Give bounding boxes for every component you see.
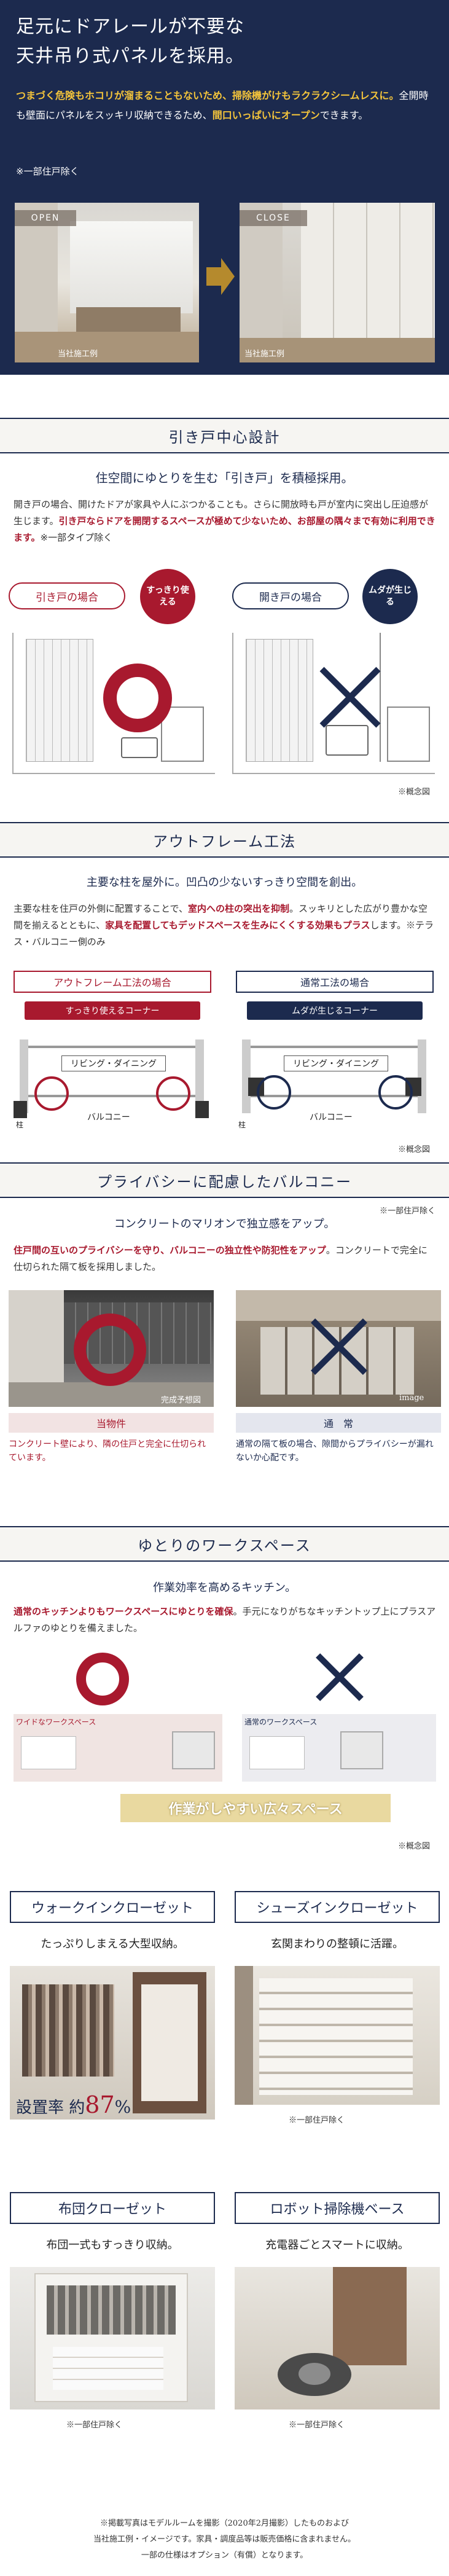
outframe-section-title: アウトフレーム工法 <box>0 822 449 858</box>
closet-photo-shoes <box>235 1966 440 2105</box>
closet-note-futon: ※一部住戸除く <box>66 2421 123 2430</box>
balcony-body-bold: 住戸間の互いのプライバシーを守り、バルコニーの独立性や防犯性をアップ <box>14 1245 326 1256</box>
sliding-left-pill: 引き戸の場合 <box>9 582 125 609</box>
open-caption: 当社施工例 <box>58 350 98 359</box>
sliding-section-title: 引き戸中心設計 <box>0 418 449 453</box>
footer-line1: ※掲載写真はモデルルームを撮影（2020年2月撮影）したものおよび <box>100 2519 349 2528</box>
closet-rate-value: 87 <box>85 2091 115 2118</box>
closet-desc-walkin: たっぷりしまえる大型収納。 <box>41 1938 184 1951</box>
hero-title-line2: 天井吊り式パネルを採用。 <box>16 45 244 67</box>
closet-title-futon: 布団クローゼット <box>10 2192 215 2224</box>
balcony-body: 住戸間の互いのプライバシーを守り、バルコニーの独立性や防犯性をアップ。コンクリー… <box>14 1242 436 1275</box>
footer-line2: 当社施工例・イメージです。家具・調度品等は販売価格に含まれません。 <box>93 2535 356 2544</box>
closet-note-shoes: ※一部住戸除く <box>289 2116 345 2125</box>
closet-desc-shoes: 玄関まわりの整頓に活躍。 <box>271 1938 404 1951</box>
outframe-right-pillar: 柱 <box>238 1121 246 1129</box>
workspace-lead: 作業効率を高めるキッチン。 <box>153 1581 296 1594</box>
workspace-section-title: ゆとりのワークスペース <box>0 1526 449 1562</box>
outframe-left-label: アウトフレーム工法の場合 <box>14 971 211 993</box>
balcony-section-title: プライバシーに配慮したバルコニー <box>0 1162 449 1198</box>
workspace-left-label: ワイドなワークスペース <box>16 1718 96 1726</box>
outframe-left-pillar: 柱 <box>16 1121 24 1129</box>
workspace-circle-icon <box>76 1653 129 1705</box>
close-label: CLOSE <box>240 210 307 226</box>
balcony-right-text: 通常の隔て板の場合、隙間からプライバシーが漏れないか心配です。 <box>236 1439 434 1463</box>
workspace-caption: ※概念図 <box>398 1842 431 1851</box>
outframe-left-living: リビング・ダイニング <box>61 1055 166 1071</box>
closet-rate-walkin: 設置率 約87% <box>16 2091 131 2118</box>
balcony-lead: コンクリートのマリオンで独立感をアップ。 <box>114 1218 335 1231</box>
close-caption: 当社施工例 <box>244 350 285 359</box>
outframe-body-bold1: 室内への柱の突出を抑制 <box>187 903 289 914</box>
outframe-body: 主要な柱を住戸の外側に配置することで、室内への柱の突出を抑制。スッキリとした広が… <box>14 901 436 950</box>
balcony-circle-icon <box>74 1313 146 1386</box>
closet-photo-robot <box>235 2267 440 2410</box>
closet-photo-futon <box>10 2267 215 2410</box>
outframe-lead: 主要な柱を屋外に。凹凸の少ないすっきり空間を創出。 <box>86 876 363 889</box>
closet-desc-robot: 充電器ごとスマートに収納。 <box>265 2239 409 2252</box>
workspace-body: 通常のキッチンよりもワークスペースにゆとりを確保。手元になりがちなキッチントップ… <box>14 1603 436 1637</box>
sliding-body-note: ※一部タイプ除く <box>40 532 113 543</box>
outframe-left-corner: すっきり使えるコーナー <box>25 1001 200 1020</box>
outframe-caption: ※概念図 <box>398 1145 431 1154</box>
cross-mark-icon <box>319 657 381 737</box>
sliding-caption: ※概念図 <box>398 788 431 797</box>
open-label: OPEN <box>15 210 76 226</box>
workspace-ribbon: 作業がしやすい広々スペース <box>120 1794 391 1822</box>
close-photo <box>240 203 435 362</box>
outframe-left-balcony: バルコニー <box>87 1113 130 1122</box>
sliding-right-bubble: ムダが生じる <box>362 569 418 624</box>
sliding-body: 開き戸の場合、開けたドアが家具や人にぶつかることも。さらに開放時も戸が室内に突出… <box>14 496 436 546</box>
closet-rate-unit: % <box>114 2097 131 2117</box>
outframe-body-bold2: 家具を配置してもデッドスペースを生みにくくする効果もプラス <box>105 920 370 931</box>
sliding-right-pill: 開き戸の場合 <box>232 582 349 609</box>
hero-title-line1: 足元にドアレールが不要な <box>16 16 244 37</box>
hero-note: ※一部住戸除く <box>16 166 79 177</box>
hero-highlight2: 間口いっぱいにオープン <box>212 109 320 121</box>
sliding-lead: 住空間にゆとりを生む「引き戸」を積極採用。 <box>95 471 354 485</box>
closet-title-walkin: ウォークインクローゼット <box>10 1891 215 1923</box>
outframe-right-balcony: バルコニー <box>310 1113 353 1122</box>
hero-body-tail: できます。 <box>319 109 369 121</box>
closet-title-robot: ロボット掃除機ベース <box>235 2192 440 2224</box>
open-photo <box>15 203 199 362</box>
closet-note-robot: ※一部住戸除く <box>289 2421 345 2430</box>
balcony-note-top: ※一部住戸除く <box>380 1207 436 1216</box>
outframe-body-plain: 主要な柱を住戸の外側に配置することで、 <box>14 903 188 914</box>
arrow-right-icon <box>206 258 235 295</box>
balcony-left-text: コンクリート壁により、隣の住戸と完全に仕切られています。 <box>9 1439 206 1463</box>
closet-rate-label: 設置率 約 <box>16 2099 85 2117</box>
balcony-right-label: 通 常 <box>236 1413 441 1433</box>
balcony-left-caption: 完成予想図 <box>161 1396 201 1405</box>
balcony-right-caption: image <box>399 1393 424 1403</box>
hero-highlight: つまづく危険もホコリが溜まることもないため、掃除機がけもラクラクシームレスに。 <box>16 90 399 101</box>
outframe-right-corner: ムダが生じるコーナー <box>247 1001 423 1020</box>
closet-title-shoes: シューズインクローゼット <box>235 1891 440 1923</box>
outframe-right-label: 通常工法の場合 <box>236 971 434 993</box>
outframe-right-living: リビング・ダイニング <box>284 1055 388 1071</box>
workspace-cross-icon <box>314 1646 365 1708</box>
balcony-left-label: 当物件 <box>9 1413 214 1433</box>
workspace-body-bold: 通常のキッチンよりもワークスペースにゆとりを確保 <box>14 1606 233 1617</box>
sliding-left-bubble: すっきり使える <box>140 569 195 624</box>
hero-body: つまづく危険もホコリが溜まることもないため、掃除機がけもラクラクシームレスに。全… <box>16 86 434 125</box>
closet-desc-futon: 布団一式もすっきり収納。 <box>46 2239 179 2252</box>
balcony-cross-icon <box>310 1310 369 1384</box>
footer-line3: 一部の仕様はオプション（有償）となります。 <box>141 2551 308 2560</box>
circle-check-icon <box>103 664 172 732</box>
workspace-right-label: 通常のワークスペース <box>244 1718 318 1726</box>
